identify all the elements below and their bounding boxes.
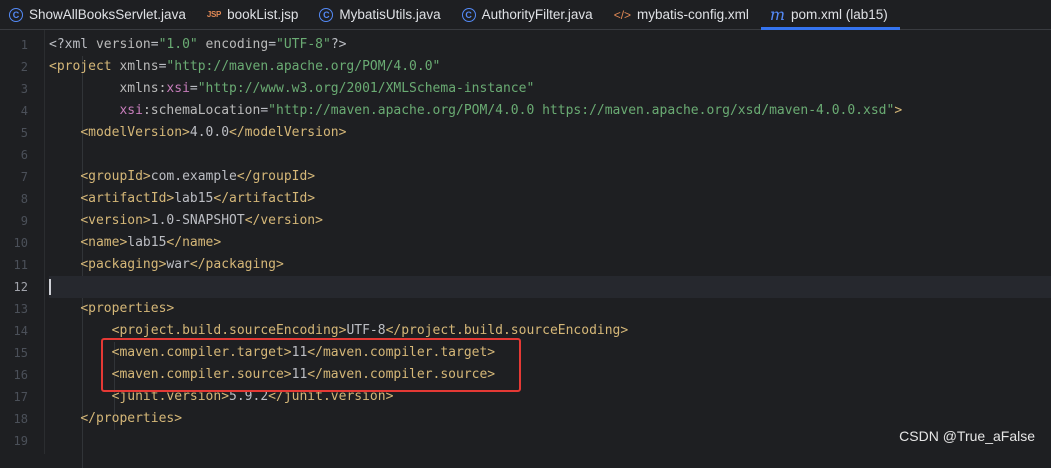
code-line-10: <name>lab15</name>	[80, 235, 222, 250]
line-number: 1	[20, 38, 28, 52]
line-number: 18	[13, 412, 28, 426]
line-number: 11	[13, 258, 28, 272]
code-line-9: <version>1.0-SNAPSHOT</version>	[80, 213, 323, 228]
tab-mybatis-config[interactable]: </> mybatis-config.xml	[605, 0, 761, 29]
code-line-5: <modelVersion>4.0.0</modelVersion>	[80, 125, 347, 140]
tab-label: pom.xml (lab15)	[791, 7, 888, 22]
watermark: CSDN @True_aFalse	[899, 428, 1035, 444]
line-number: 9	[20, 214, 28, 228]
line-number: 10	[13, 236, 28, 250]
tab-authority-filter[interactable]: C AuthorityFilter.java	[453, 0, 605, 29]
line-number-gutter: 1 2 3 4 5 6 7 8 9 10 11 12 13 14 15 16 1…	[0, 34, 36, 452]
code-line-2: <project xmlns="http://maven.apache.org/…	[49, 59, 441, 74]
code-editor[interactable]: 1 2 3 4 5 6 7 8 9 10 11 12 13 14 15 16 1…	[0, 30, 1051, 468]
xml-file-icon: </>	[613, 7, 632, 22]
line-number: 7	[20, 170, 28, 184]
code-line-12-current	[49, 276, 1051, 298]
java-class-icon: C	[9, 7, 23, 22]
maven-file-icon: m	[769, 5, 785, 24]
code-line-4: xsi:schemaLocation="http://maven.apache.…	[119, 103, 903, 118]
jsp-file-icon: JSP	[206, 10, 222, 19]
code-line-18: </properties>	[80, 411, 183, 426]
text-caret	[49, 278, 51, 295]
tab-label: mybatis-config.xml	[637, 7, 749, 22]
line-number: 17	[13, 390, 28, 404]
code-line-7: <groupId>com.example</groupId>	[80, 169, 316, 184]
line-number: 16	[13, 368, 28, 382]
code-line-11: <packaging>war</packaging>	[80, 257, 284, 272]
code-line-8: <artifactId>lab15</artifactId>	[80, 191, 316, 206]
java-class-icon: C	[319, 7, 334, 22]
tab-label: MybatisUtils.java	[339, 7, 441, 22]
tab-label: AuthorityFilter.java	[481, 7, 593, 22]
line-number: 8	[20, 192, 28, 206]
line-number: 2	[20, 60, 28, 74]
tab-label: ShowAllBooksServlet.java	[29, 7, 186, 22]
gutter-divider	[44, 30, 45, 454]
line-number: 19	[13, 434, 28, 448]
red-highlight-box	[101, 338, 521, 392]
code-line-3: xmlns:xsi="http://www.w3.org/2001/XMLSch…	[119, 81, 535, 96]
code-line-1: <?xml version="1.0" encoding="UTF-8"?>	[49, 37, 347, 52]
java-class-icon: C	[461, 7, 476, 22]
current-line-number: 12	[13, 280, 28, 294]
editor-tab-bar: C ShowAllBooksServlet.java JSP bookList.…	[0, 0, 1051, 30]
code-line-13: <properties>	[80, 301, 175, 316]
line-number: 13	[13, 302, 28, 316]
tab-mybatis-utils[interactable]: C MybatisUtils.java	[310, 0, 452, 29]
line-number: 5	[20, 126, 28, 140]
line-number: 3	[20, 82, 28, 96]
tab-pom-xml[interactable]: m pom.xml (lab15)	[760, 0, 900, 30]
line-number: 14	[13, 324, 28, 338]
line-number: 4	[20, 104, 28, 118]
tab-book-list-jsp[interactable]: JSP bookList.jsp	[198, 0, 311, 29]
tab-show-all-books-servlet[interactable]: C ShowAllBooksServlet.java	[0, 0, 198, 29]
tab-label: bookList.jsp	[227, 7, 299, 22]
line-number: 15	[13, 346, 28, 360]
line-number: 6	[20, 148, 28, 162]
